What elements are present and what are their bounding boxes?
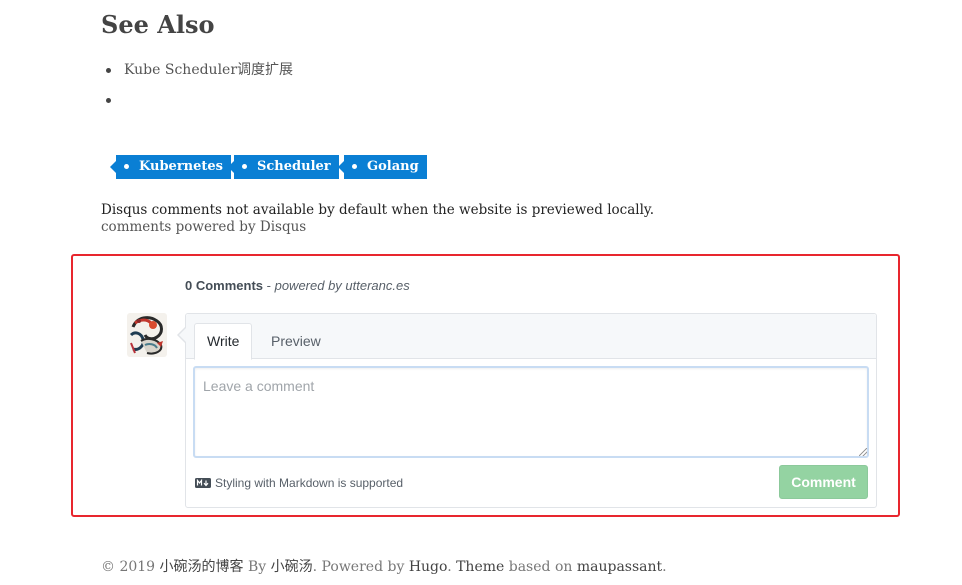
tab-write[interactable]: Write bbox=[194, 323, 253, 360]
footer-by: By bbox=[243, 559, 271, 575]
footer-based-on: based on bbox=[504, 559, 577, 575]
comment-textarea[interactable] bbox=[193, 366, 869, 458]
footer-hugo-link[interactable]: Hugo bbox=[409, 559, 447, 575]
footer-maupassant-link[interactable]: maupassant bbox=[577, 559, 662, 575]
markdown-hint[interactable]: Styling with Markdown is supported bbox=[195, 476, 403, 490]
tag-kubernetes[interactable]: Kubernetes bbox=[110, 155, 231, 179]
see-also-list: Kube Scheduler调度扩展 bbox=[105, 60, 293, 120]
list-item bbox=[105, 90, 293, 120]
markdown-hint-text: Styling with Markdown is supported bbox=[215, 476, 404, 490]
comment-form: Write Preview Styling with Markdown is s… bbox=[177, 313, 877, 508]
utterances-header: 0 Comments - powered by utteranc.es bbox=[185, 278, 410, 293]
avatar[interactable] bbox=[127, 313, 167, 357]
header-separator: - bbox=[263, 278, 275, 293]
footer-theme-link[interactable]: Theme bbox=[456, 559, 504, 575]
utterances-powered-link[interactable]: powered by utteranc.es bbox=[275, 278, 410, 293]
see-also-link[interactable]: Kube Scheduler调度扩展 bbox=[124, 62, 293, 78]
tab-preview[interactable]: Preview bbox=[259, 323, 333, 359]
footer-copyright: © 2019 bbox=[101, 559, 160, 575]
comment-tabs: Write Preview bbox=[186, 314, 876, 360]
avatar-image bbox=[127, 313, 167, 357]
footer-dot: . bbox=[447, 559, 457, 575]
footer-powered-text: . Powered by bbox=[312, 559, 409, 575]
footer-author-link[interactable]: 小碗汤 bbox=[271, 559, 313, 575]
markdown-icon bbox=[195, 478, 211, 488]
tag-scheduler[interactable]: Scheduler bbox=[228, 155, 339, 179]
see-also-title: See Also bbox=[101, 10, 215, 39]
disqus-powered-text: comments powered by Disqus bbox=[101, 219, 307, 235]
comment-button[interactable]: Comment bbox=[779, 465, 868, 499]
footer: © 2019 小碗汤的博客 By 小碗汤. Powered by Hugo. T… bbox=[101, 556, 667, 576]
disqus-note: Disqus comments not available by default… bbox=[101, 202, 655, 218]
tag-golang[interactable]: Golang bbox=[338, 155, 427, 179]
footer-end: . bbox=[662, 559, 667, 575]
list-item: Kube Scheduler调度扩展 bbox=[105, 60, 293, 90]
footer-site-link[interactable]: 小碗汤的博客 bbox=[160, 559, 244, 575]
comment-count: 0 Comments bbox=[185, 278, 264, 293]
resize-handle[interactable] bbox=[859, 448, 867, 456]
